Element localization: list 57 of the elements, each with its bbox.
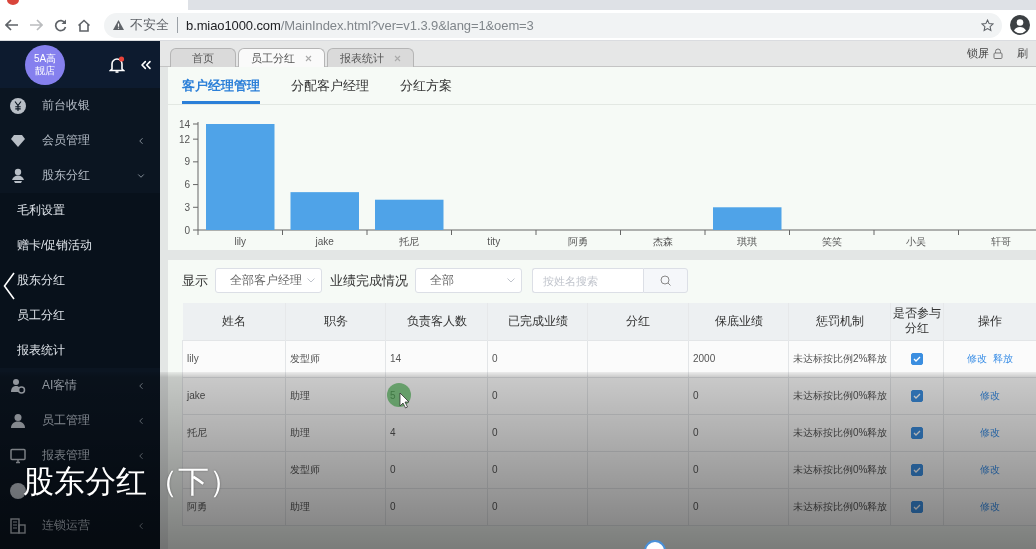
table-cell: jake xyxy=(182,377,286,414)
axis-tick-label: 12 xyxy=(178,133,190,145)
table-cell: 助理 xyxy=(285,414,386,451)
table-cell: 未达标按比例2%释放 xyxy=(788,340,891,377)
table-cell: 2000 xyxy=(688,340,789,377)
url-text: b.miao1000.com/MainIndex.html?ver=v1.3.9&lang=1&oem=3 xyxy=(186,17,534,33)
table-cell: 0 xyxy=(688,414,789,451)
axis-tick-label: 0 xyxy=(184,224,190,236)
table-cell: 14 xyxy=(385,340,488,377)
column-header: 负责客人数 xyxy=(385,303,488,340)
axis-category-label: jake xyxy=(315,236,334,247)
axis-tick-label: 14 xyxy=(178,118,190,130)
column-header: 分红 xyxy=(587,303,689,340)
table-cell: 发型师 xyxy=(285,340,386,377)
table-cell: 0 xyxy=(385,451,488,488)
axis-category-label: tity xyxy=(487,236,501,247)
axis-tick-label: 3 xyxy=(184,201,190,213)
table-cell: 0 xyxy=(487,488,588,525)
table-cell: 4 xyxy=(385,414,488,451)
table-cell: 0 xyxy=(487,451,588,488)
table-cell: 未达标按比例0%释放 xyxy=(788,451,891,488)
table-cell: 助理 xyxy=(285,488,386,525)
table-cell: 未达标按比例0%释放 xyxy=(788,377,891,414)
filter-label: 业绩完成情况 xyxy=(330,271,408,290)
column-header: 姓名 xyxy=(182,303,286,340)
axis-category-label: 托尼 xyxy=(399,236,420,247)
axis-category-label: 琪琪 xyxy=(737,236,758,247)
store-logo: 5A高 靓店 xyxy=(25,44,65,85)
column-header: 惩罚机制 xyxy=(788,303,891,340)
table-cell: 未达标按比例0%释放 xyxy=(788,488,891,525)
table-cell: 0 xyxy=(487,377,588,414)
table-cell: 0 xyxy=(487,340,588,377)
table-cell: 0 xyxy=(688,377,789,414)
column-header: 操作 xyxy=(943,303,1036,340)
axis-category-label: 小吴 xyxy=(906,236,927,247)
table-cell: 未达标按比例0%释放 xyxy=(788,414,891,451)
table-cell: lily xyxy=(182,340,286,377)
axis-category-label: 轩哥 xyxy=(990,236,1011,247)
axis-category-label: 杰森 xyxy=(652,236,673,247)
security-label: 不安全 xyxy=(130,16,169,34)
table-cell: 托尼 xyxy=(182,414,286,451)
axis-tick-label: 6 xyxy=(184,179,190,191)
axis-tick-label: 9 xyxy=(184,156,190,168)
table-cell: 0 xyxy=(688,451,789,488)
axis-category-label: lily xyxy=(234,236,247,247)
table-cell: 0 xyxy=(688,488,789,525)
column-header: 职务 xyxy=(285,303,386,340)
column-header: 保底业绩 xyxy=(688,303,789,340)
table-cell: 发型师 xyxy=(285,451,386,488)
table-cell: 0 xyxy=(487,414,588,451)
axis-category-label: 笑笑 xyxy=(821,236,842,247)
column-header: 已完成业绩 xyxy=(487,303,588,340)
filter-label: 显示 xyxy=(182,271,208,290)
table-cell: 0 xyxy=(385,488,488,525)
column-header: 是否参与分红 xyxy=(890,303,944,340)
axis-category-label: 阿勇 xyxy=(568,236,589,247)
table-cell: 助理 xyxy=(285,377,386,414)
